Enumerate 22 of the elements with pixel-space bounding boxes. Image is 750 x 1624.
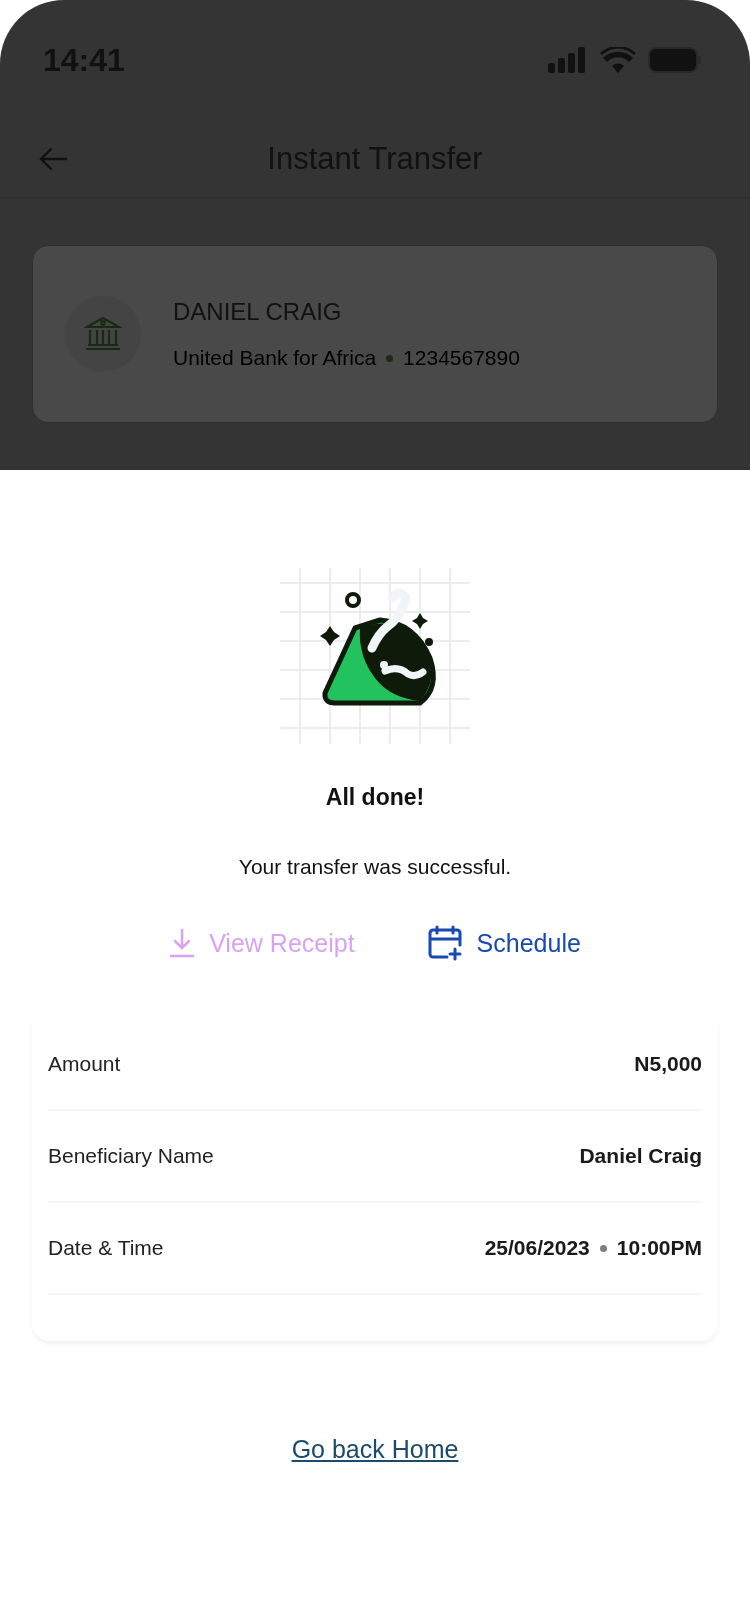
separator-dot — [599, 1244, 607, 1252]
bank-icon — [84, 316, 122, 352]
success-title: All done! — [325, 784, 425, 811]
detail-value: 25/06/2023 — [484, 1236, 590, 1260]
separator-dot — [386, 354, 394, 362]
download-icon — [169, 928, 196, 958]
home-link[interactable]: Go back Home — [291, 1435, 459, 1464]
beneficiary-name: DANIEL CRAIG — [173, 298, 343, 326]
battery-icon — [648, 47, 702, 73]
detail-value: Daniel Craig — [579, 1144, 702, 1168]
bank-name: United Bank for Africa — [173, 346, 377, 370]
calendar-add-icon — [426, 925, 463, 961]
detail-value: 10:00PM — [616, 1236, 702, 1260]
account-number: 1234567890 — [403, 346, 520, 370]
detail-label: Date & Time — [48, 1236, 164, 1260]
success-message: Your transfer was successful. — [238, 855, 512, 879]
detail-value: N5,000 — [634, 1052, 702, 1076]
wifi-icon — [600, 47, 636, 73]
detail-label: Amount — [48, 1052, 121, 1076]
action-link[interactable]: Schedule — [426, 925, 581, 961]
detail-label: Beneficiary Name — [48, 1144, 214, 1168]
signal-icon — [548, 47, 588, 73]
